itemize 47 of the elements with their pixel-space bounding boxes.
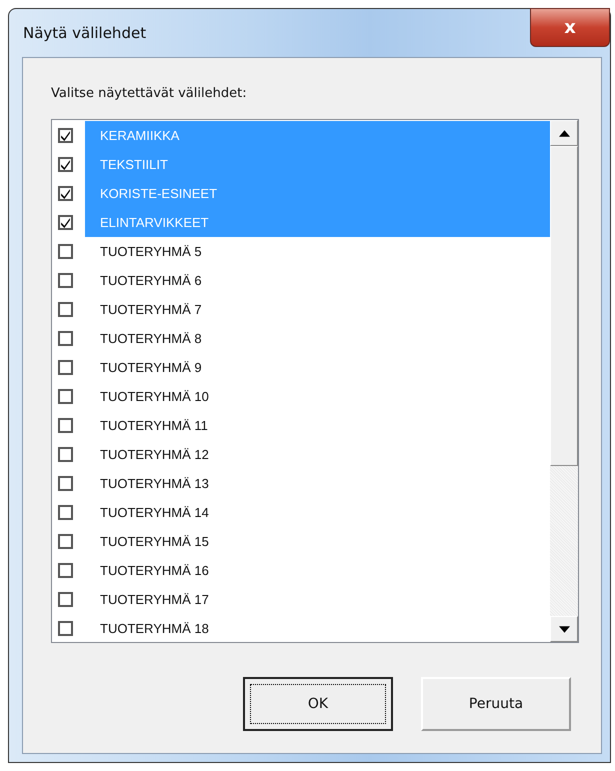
checkmark-icon xyxy=(60,159,71,170)
checkbox[interactable] xyxy=(58,128,73,143)
checkbox[interactable] xyxy=(58,157,73,172)
checkbox[interactable] xyxy=(58,418,73,433)
list-item[interactable]: TUOTERYHMÄ 5 xyxy=(85,237,550,266)
up-arrow-icon xyxy=(558,130,570,136)
list-item[interactable]: TUOTERYHMÄ 6 xyxy=(85,266,550,295)
scroll-up-button[interactable] xyxy=(550,120,578,146)
checkbox[interactable] xyxy=(58,389,73,404)
scroll-thumb[interactable] xyxy=(550,146,578,466)
checkbox[interactable] xyxy=(58,447,73,462)
list-item[interactable]: TUOTERYHMÄ 10 xyxy=(85,382,550,411)
list-item[interactable]: TUOTERYHMÄ 18 xyxy=(85,614,550,642)
list-item[interactable]: TUOTERYHMÄ 14 xyxy=(85,498,550,527)
checkbox[interactable] xyxy=(58,534,73,549)
checkbox[interactable] xyxy=(58,331,73,346)
down-arrow-icon xyxy=(558,626,570,632)
scroll-down-button[interactable] xyxy=(550,616,578,642)
checkbox[interactable] xyxy=(58,476,73,491)
window-title: Näytä välilehdet xyxy=(23,24,146,42)
checkbox[interactable] xyxy=(58,244,73,259)
cancel-button[interactable]: Peruuta xyxy=(421,677,571,731)
list-item[interactable]: TUOTERYHMÄ 15 xyxy=(85,527,550,556)
prompt-label: Valitse näytettävät välilehdet: xyxy=(51,86,248,101)
list-item[interactable]: TUOTERYHMÄ 17 xyxy=(85,585,550,614)
checkbox[interactable] xyxy=(58,592,73,607)
checkbox[interactable] xyxy=(58,302,73,317)
scrollbar[interactable] xyxy=(550,120,578,642)
list-item[interactable]: TUOTERYHMÄ 9 xyxy=(85,353,550,382)
checkbox[interactable] xyxy=(58,563,73,578)
checkbox[interactable] xyxy=(58,186,73,201)
close-button[interactable]: x xyxy=(530,8,610,47)
list-item[interactable]: TUOTERYHMÄ 13 xyxy=(85,469,550,498)
checkbox[interactable] xyxy=(58,621,73,636)
checkbox[interactable] xyxy=(58,505,73,520)
list-item[interactable]: TUOTERYHMÄ 11 xyxy=(85,411,550,440)
checkbox[interactable] xyxy=(58,273,73,288)
checkmark-icon xyxy=(60,188,71,199)
checkmark-icon xyxy=(60,217,71,228)
checkbox[interactable] xyxy=(58,215,73,230)
checkbox[interactable] xyxy=(58,360,73,375)
ok-button[interactable]: OK xyxy=(243,677,393,731)
list-item[interactable]: TUOTERYHMÄ 16 xyxy=(85,556,550,585)
list-item[interactable]: TUOTERYHMÄ 7 xyxy=(85,295,550,324)
list-item[interactable]: TUOTERYHMÄ 12 xyxy=(85,440,550,469)
checkmark-icon xyxy=(60,130,71,141)
list-item[interactable]: TUOTERYHMÄ 8 xyxy=(85,324,550,353)
